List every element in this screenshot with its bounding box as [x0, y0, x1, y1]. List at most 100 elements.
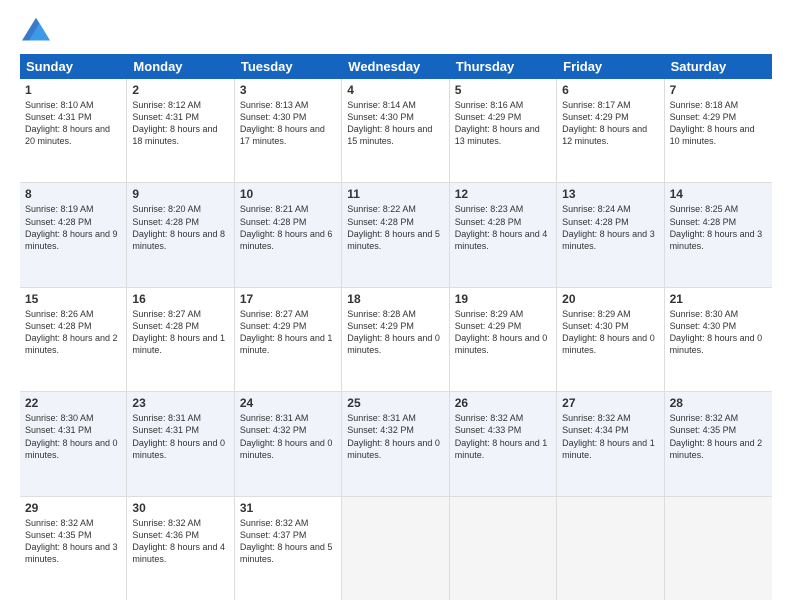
cell-info: Sunrise: 8:12 AMSunset: 4:31 PMDaylight:… — [132, 99, 228, 148]
calendar-cell-6: 6 Sunrise: 8:17 AMSunset: 4:29 PMDaylight… — [557, 79, 664, 182]
day-number: 1 — [25, 83, 121, 97]
cell-info: Sunrise: 8:31 AMSunset: 4:32 PMDaylight:… — [240, 412, 336, 461]
calendar-cell-empty — [557, 497, 664, 600]
calendar-cell-19: 19Sunrise: 8:29 AMSunset: 4:29 PMDayligh… — [450, 288, 557, 391]
calendar-cell-11: 11 Sunrise: 8:22 AMSunset: 4:28 PMDayligh… — [342, 183, 449, 286]
calendar-cell-28: 28Sunrise: 8:32 AMSunset: 4:35 PMDayligh… — [665, 392, 772, 495]
cell-info: Sunrise: 8:24 AMSunset: 4:28 PMDaylight:… — [562, 203, 658, 252]
day-number: 12 — [455, 187, 551, 201]
cell-info: Sunrise: 8:32 AMSunset: 4:33 PMDaylight:… — [455, 412, 551, 461]
calendar-cell-14: 14 Sunrise: 8:25 AMSunset: 4:28 PMDayligh… — [665, 183, 772, 286]
cell-info: Sunrise: 8:16 AMSunset: 4:29 PMDaylight:… — [455, 99, 551, 148]
header-day-wednesday: Wednesday — [342, 54, 449, 79]
cell-info: Sunrise: 8:32 AMSunset: 4:35 PMDaylight:… — [670, 412, 767, 461]
cell-info: Sunrise: 8:20 AMSunset: 4:28 PMDaylight:… — [132, 203, 228, 252]
cell-info: Sunrise: 8:22 AMSunset: 4:28 PMDaylight:… — [347, 203, 443, 252]
calendar-cell-18: 18Sunrise: 8:28 AMSunset: 4:29 PMDayligh… — [342, 288, 449, 391]
day-number: 23 — [132, 396, 228, 410]
calendar-cell-10: 10Sunrise: 8:21 AMSunset: 4:28 PMDayligh… — [235, 183, 342, 286]
calendar-cell-30: 30 Sunrise: 8:32 AMSunset: 4:36 PMDayligh… — [127, 497, 234, 600]
calendar-cell-22: 22 Sunrise: 8:30 AMSunset: 4:31 PMDayligh… — [20, 392, 127, 495]
header-day-tuesday: Tuesday — [235, 54, 342, 79]
header — [20, 16, 772, 44]
cell-info: Sunrise: 8:19 AMSunset: 4:28 PMDaylight:… — [25, 203, 121, 252]
day-number: 11 — [347, 187, 443, 201]
day-number: 16 — [132, 292, 228, 306]
calendar-cell-23: 23 Sunrise: 8:31 AMSunset: 4:31 PMDayligh… — [127, 392, 234, 495]
calendar-cell-5: 5 Sunrise: 8:16 AMSunset: 4:29 PMDaylight… — [450, 79, 557, 182]
day-number: 6 — [562, 83, 658, 97]
calendar-cell-9: 9Sunrise: 8:20 AMSunset: 4:28 PMDaylight… — [127, 183, 234, 286]
calendar-cell-26: 26 Sunrise: 8:32 AMSunset: 4:33 PMDayligh… — [450, 392, 557, 495]
calendar: SundayMondayTuesdayWednesdayThursdayFrid… — [20, 54, 772, 600]
day-number: 27 — [562, 396, 658, 410]
calendar-cell-12: 12 Sunrise: 8:23 AMSunset: 4:28 PMDayligh… — [450, 183, 557, 286]
cell-info: Sunrise: 8:14 AMSunset: 4:30 PMDaylight:… — [347, 99, 443, 148]
cell-info: Sunrise: 8:27 AMSunset: 4:28 PMDaylight:… — [132, 308, 228, 357]
cell-info: Sunrise: 8:32 AMSunset: 4:36 PMDaylight:… — [132, 517, 228, 566]
day-number: 18 — [347, 292, 443, 306]
day-number: 30 — [132, 501, 228, 515]
day-number: 3 — [240, 83, 336, 97]
cell-info: Sunrise: 8:32 AMSunset: 4:35 PMDaylight:… — [25, 517, 121, 566]
cell-info: Sunrise: 8:18 AMSunset: 4:29 PMDaylight:… — [670, 99, 767, 148]
day-number: 20 — [562, 292, 658, 306]
day-number: 7 — [670, 83, 767, 97]
day-number: 2 — [132, 83, 228, 97]
day-number: 5 — [455, 83, 551, 97]
cell-info: Sunrise: 8:10 AMSunset: 4:31 PMDaylight:… — [25, 99, 121, 148]
cell-info: Sunrise: 8:31 AMSunset: 4:31 PMDaylight:… — [132, 412, 228, 461]
calendar-cell-29: 29 Sunrise: 8:32 AMSunset: 4:35 PMDayligh… — [20, 497, 127, 600]
day-number: 31 — [240, 501, 336, 515]
calendar-cell-8: 8Sunrise: 8:19 AMSunset: 4:28 PMDaylight… — [20, 183, 127, 286]
calendar-row-1: 1 Sunrise: 8:10 AMSunset: 4:31 PMDaylight… — [20, 79, 772, 183]
calendar-cell-empty — [665, 497, 772, 600]
day-number: 10 — [240, 187, 336, 201]
calendar-cell-2: 2 Sunrise: 8:12 AMSunset: 4:31 PMDaylight… — [127, 79, 234, 182]
day-number: 26 — [455, 396, 551, 410]
header-day-saturday: Saturday — [665, 54, 772, 79]
calendar-body: 1 Sunrise: 8:10 AMSunset: 4:31 PMDaylight… — [20, 79, 772, 600]
calendar-cell-25: 25Sunrise: 8:31 AMSunset: 4:32 PMDayligh… — [342, 392, 449, 495]
calendar-cell-7: 7 Sunrise: 8:18 AMSunset: 4:29 PMDaylight… — [665, 79, 772, 182]
header-day-sunday: Sunday — [20, 54, 127, 79]
cell-info: Sunrise: 8:32 AMSunset: 4:37 PMDaylight:… — [240, 517, 336, 566]
calendar-cell-31: 31 Sunrise: 8:32 AMSunset: 4:37 PMDayligh… — [235, 497, 342, 600]
day-number: 21 — [670, 292, 767, 306]
cell-info: Sunrise: 8:27 AMSunset: 4:29 PMDaylight:… — [240, 308, 336, 357]
day-number: 17 — [240, 292, 336, 306]
logo — [20, 16, 56, 44]
cell-info: Sunrise: 8:30 AMSunset: 4:31 PMDaylight:… — [25, 412, 121, 461]
day-number: 22 — [25, 396, 121, 410]
calendar-cell-empty — [450, 497, 557, 600]
day-number: 29 — [25, 501, 121, 515]
day-number: 14 — [670, 187, 767, 201]
cell-info: Sunrise: 8:29 AMSunset: 4:30 PMDaylight:… — [562, 308, 658, 357]
calendar-row-4: 22 Sunrise: 8:30 AMSunset: 4:31 PMDayligh… — [20, 392, 772, 496]
calendar-row-5: 29 Sunrise: 8:32 AMSunset: 4:35 PMDayligh… — [20, 497, 772, 600]
cell-info: Sunrise: 8:23 AMSunset: 4:28 PMDaylight:… — [455, 203, 551, 252]
day-number: 13 — [562, 187, 658, 201]
header-day-monday: Monday — [127, 54, 234, 79]
calendar-cell-24: 24 Sunrise: 8:31 AMSunset: 4:32 PMDayligh… — [235, 392, 342, 495]
calendar-cell-21: 21 Sunrise: 8:30 AMSunset: 4:30 PMDayligh… — [665, 288, 772, 391]
cell-info: Sunrise: 8:32 AMSunset: 4:34 PMDaylight:… — [562, 412, 658, 461]
day-number: 15 — [25, 292, 121, 306]
calendar-cell-13: 13 Sunrise: 8:24 AMSunset: 4:28 PMDayligh… — [557, 183, 664, 286]
day-number: 25 — [347, 396, 443, 410]
calendar-cell-16: 16 Sunrise: 8:27 AMSunset: 4:28 PMDayligh… — [127, 288, 234, 391]
calendar-page: SundayMondayTuesdayWednesdayThursdayFrid… — [0, 0, 792, 612]
header-day-friday: Friday — [557, 54, 664, 79]
day-number: 4 — [347, 83, 443, 97]
calendar-row-3: 15Sunrise: 8:26 AMSunset: 4:28 PMDayligh… — [20, 288, 772, 392]
cell-info: Sunrise: 8:29 AMSunset: 4:29 PMDaylight:… — [455, 308, 551, 357]
calendar-cell-20: 20 Sunrise: 8:29 AMSunset: 4:30 PMDayligh… — [557, 288, 664, 391]
cell-info: Sunrise: 8:30 AMSunset: 4:30 PMDaylight:… — [670, 308, 767, 357]
cell-info: Sunrise: 8:17 AMSunset: 4:29 PMDaylight:… — [562, 99, 658, 148]
calendar-cell-17: 17 Sunrise: 8:27 AMSunset: 4:29 PMDayligh… — [235, 288, 342, 391]
day-number: 24 — [240, 396, 336, 410]
cell-info: Sunrise: 8:25 AMSunset: 4:28 PMDaylight:… — [670, 203, 767, 252]
calendar-cell-3: 3 Sunrise: 8:13 AMSunset: 4:30 PMDaylight… — [235, 79, 342, 182]
cell-info: Sunrise: 8:13 AMSunset: 4:30 PMDaylight:… — [240, 99, 336, 148]
header-day-thursday: Thursday — [450, 54, 557, 79]
